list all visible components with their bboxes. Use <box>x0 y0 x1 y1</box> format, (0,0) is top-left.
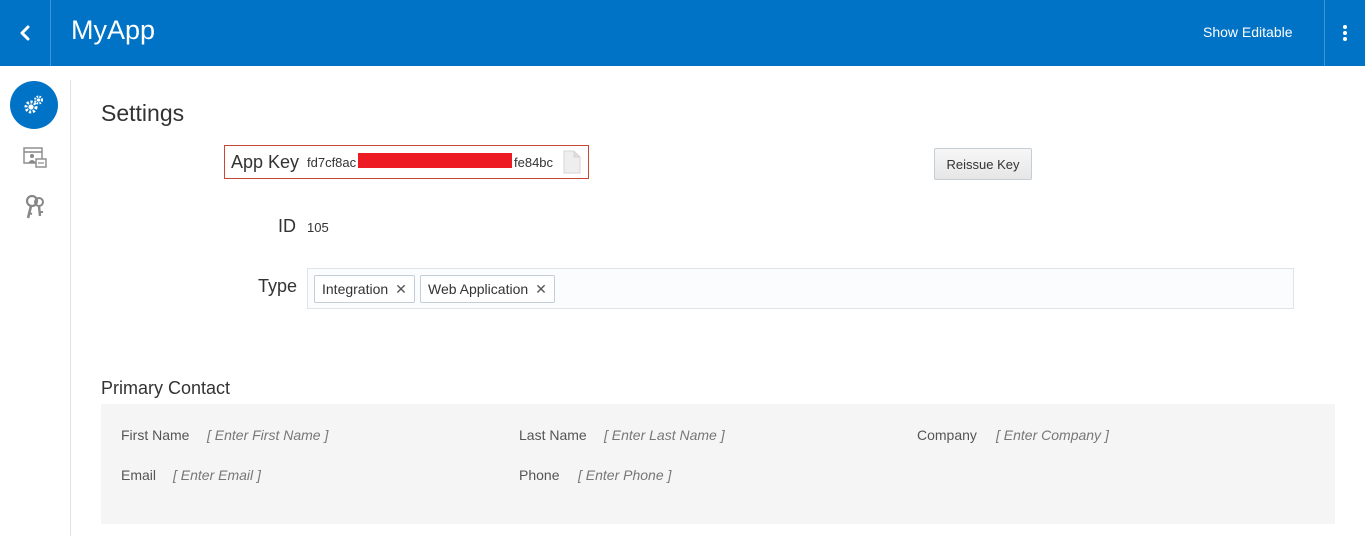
company-input[interactable]: [ Enter Company ] <box>996 427 1109 443</box>
primary-contact-panel: First Name [ Enter First Name ] Last Nam… <box>101 404 1335 524</box>
chevron-left-icon <box>20 25 30 41</box>
app-key-field: App Key fd7cf8ac fe84bc <box>224 145 589 179</box>
primary-contact-title: Primary Contact <box>101 378 231 398</box>
gears-icon <box>24 95 44 114</box>
keys-icon <box>25 194 44 219</box>
type-chip-label: Integration <box>322 281 389 297</box>
email-label: Email <box>121 467 157 483</box>
email-input[interactable]: [ Enter Email ] <box>173 467 261 483</box>
company-label: Company <box>917 427 977 443</box>
app-key-value-end: fe84bc <box>514 155 554 170</box>
app-users-icon <box>23 147 47 168</box>
remove-chip-icon[interactable]: ✕ <box>395 281 407 298</box>
copy-app-key-button[interactable] <box>561 149 583 175</box>
app-key-redaction <box>358 153 512 168</box>
sidebar-divider <box>70 80 71 536</box>
sidebar-item-settings[interactable] <box>10 81 58 129</box>
show-editable-button[interactable]: Show Editable <box>1203 24 1293 40</box>
back-button[interactable] <box>0 0 50 66</box>
id-value: 105 <box>307 220 329 235</box>
first-name-input[interactable]: [ Enter First Name ] <box>207 427 328 443</box>
sidebar-item-users[interactable] <box>11 133 59 181</box>
last-name-input[interactable]: [ Enter Last Name ] <box>604 427 725 443</box>
page-title: Settings <box>101 100 185 126</box>
sidebar-item-keys[interactable] <box>11 183 59 231</box>
remove-chip-icon[interactable]: ✕ <box>535 281 547 298</box>
reissue-key-button[interactable]: Reissue Key <box>934 148 1032 180</box>
header-divider <box>50 0 51 66</box>
first-name-label: First Name <box>121 427 190 443</box>
phone-label: Phone <box>519 467 560 483</box>
copy-icon <box>563 150 581 174</box>
app-title: MyApp <box>71 15 156 45</box>
type-chip-web-application: Web Application ✕ <box>420 275 555 303</box>
type-label: Type <box>258 276 298 296</box>
app-key-value-start: fd7cf8ac <box>307 155 357 170</box>
app-key-label: App Key <box>231 152 300 172</box>
last-name-label: Last Name <box>519 427 587 443</box>
type-chip-integration: Integration ✕ <box>314 275 415 303</box>
more-options-button[interactable] <box>1325 0 1365 66</box>
phone-input[interactable]: [ Enter Phone ] <box>578 467 671 483</box>
app-header: MyApp Show Editable <box>0 0 1365 66</box>
vertical-dots-icon <box>1343 25 1347 41</box>
id-label: ID <box>278 216 296 236</box>
type-chip-label: Web Application <box>428 281 529 297</box>
type-select-field[interactable]: Integration ✕ Web Application ✕ <box>307 268 1294 309</box>
